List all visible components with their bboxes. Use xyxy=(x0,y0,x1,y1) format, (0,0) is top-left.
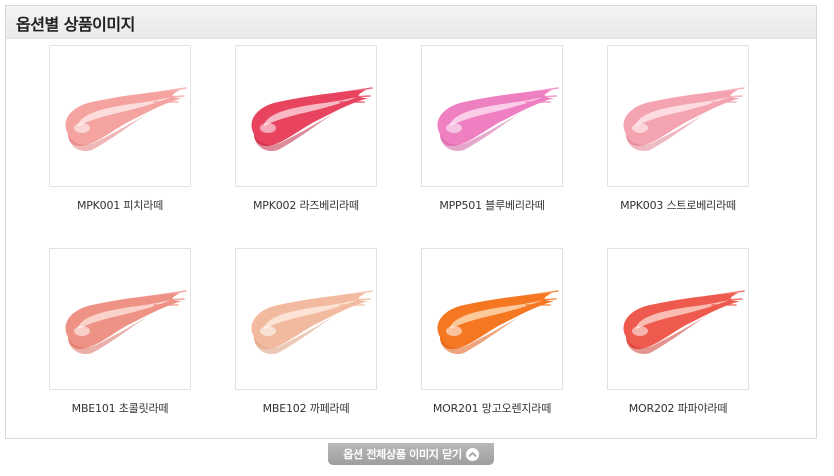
lip-swatch-image xyxy=(251,290,373,355)
lip-swatch-image xyxy=(437,290,559,355)
lip-swatch-image xyxy=(437,87,559,152)
lip-swatch-image xyxy=(623,87,745,152)
panel-header: 옵션별 상품이미지 xyxy=(6,6,816,39)
product-item-mor201[interactable]: MOR201 망고오렌지라떼 xyxy=(421,248,563,415)
product-item-mpk001[interactable]: MPK001 피치라떼 xyxy=(49,45,191,212)
lip-swatch-image xyxy=(65,87,187,152)
chevron-up-icon xyxy=(465,447,479,461)
product-thumbnail[interactable] xyxy=(607,45,749,187)
product-thumbnail[interactable] xyxy=(421,45,563,187)
product-item-mpk002[interactable]: MPK002 라즈베리라떼 xyxy=(235,45,377,212)
product-thumbnail[interactable] xyxy=(49,45,191,187)
lip-swatch-image xyxy=(623,290,745,355)
product-item-mbe101[interactable]: MBE101 초콜릿라떼 xyxy=(49,248,191,415)
product-item-mpp501[interactable]: MPP501 블루베리라떼 xyxy=(421,45,563,212)
lip-swatch-image xyxy=(65,290,187,355)
section-title: 옵션별 상품이미지 xyxy=(16,15,135,34)
product-item-mbe102[interactable]: MBE102 까페라떼 xyxy=(235,248,377,415)
product-caption: MPK003 스트로베리라떼 xyxy=(620,199,736,212)
product-item-mpk003[interactable]: MPK003 스트로베리라떼 xyxy=(607,45,749,212)
close-button-label: 옵션 전체상품 이미지 닫기 xyxy=(343,448,462,461)
product-thumbnail[interactable] xyxy=(235,45,377,187)
product-caption: MOR202 파파야라떼 xyxy=(628,402,728,415)
product-thumbnail[interactable] xyxy=(421,248,563,390)
lip-swatch-image xyxy=(251,87,373,152)
close-all-images-button[interactable]: 옵션 전체상품 이미지 닫기 xyxy=(328,443,494,465)
product-thumbnail[interactable] xyxy=(607,248,749,390)
product-item-mor202[interactable]: MOR202 파파야라떼 xyxy=(607,248,749,415)
product-thumbnail[interactable] xyxy=(235,248,377,390)
product-thumbnail[interactable] xyxy=(49,248,191,390)
